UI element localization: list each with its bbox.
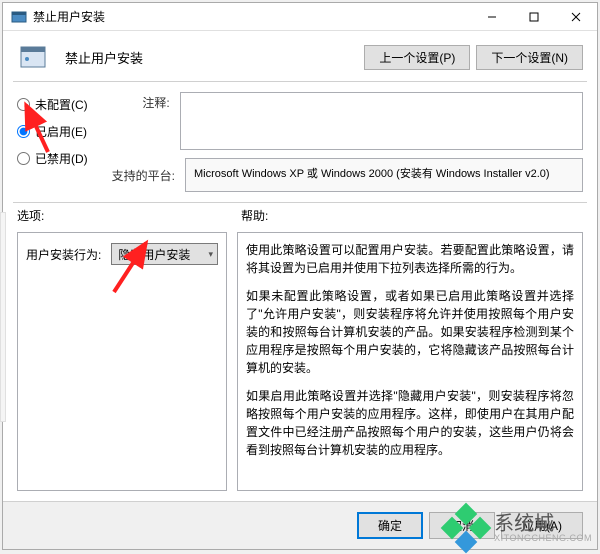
comment-textbox[interactable] (180, 92, 583, 150)
radio-disabled-input[interactable] (17, 152, 30, 165)
radio-disabled[interactable]: 已禁用(D) (17, 150, 88, 167)
window-title: 禁止用户安装 (33, 8, 105, 25)
config-area: 未配置(C) 已启用(E) 已禁用(D) 注释: 支持的平台: Microsof… (3, 82, 597, 202)
titlebar: 禁止用户安装 (3, 3, 597, 31)
next-setting-button[interactable]: 下一个设置(N) (476, 45, 583, 70)
radio-not-configured-label: 未配置(C) (35, 96, 88, 113)
radio-enabled[interactable]: 已启用(E) (17, 123, 88, 140)
prev-setting-button[interactable]: 上一个设置(P) (364, 45, 470, 70)
platform-textbox: Microsoft Windows XP 或 Windows 2000 (安装有… (185, 158, 583, 192)
options-box: 用户安装行为: 隐藏用户安装 ▾ (17, 232, 227, 491)
help-paragraph: 如果启用此策略设置并选择"隐藏用户安装"，则安装程序将忽略按照每个用户安装的应用… (246, 387, 574, 459)
watermark-text-cn: 系统城 (494, 514, 592, 534)
help-paragraph: 使用此策略设置可以配置用户安装。若要配置此策略设置，请将其设置为已启用并使用下拉… (246, 241, 574, 277)
maximize-button[interactable] (513, 3, 555, 31)
options-section-label: 选项: (17, 207, 231, 224)
ok-button[interactable]: 确定 (357, 512, 423, 539)
watermark-text-en: XITONGCHENG.COM (494, 534, 592, 543)
radio-not-configured[interactable]: 未配置(C) (17, 96, 88, 113)
radio-group: 未配置(C) 已启用(E) 已禁用(D) (17, 92, 88, 192)
radio-enabled-label: 已启用(E) (35, 123, 87, 140)
chevron-down-icon: ▾ (208, 249, 213, 260)
minimize-button[interactable] (471, 3, 513, 31)
option-user-install-label: 用户安装行为: (26, 246, 101, 263)
help-paragraph: 如果未配置此策略设置，或者如果已启用此策略设置并选择了"允许用户安装"，则安装程… (246, 287, 574, 377)
policy-icon (17, 41, 49, 73)
help-box: 使用此策略设置可以配置用户安装。若要配置此策略设置，请将其设置为已启用并使用下拉… (237, 232, 583, 491)
header-row: 禁止用户安装 上一个设置(P) 下一个设置(N) (3, 31, 597, 81)
header-title: 禁止用户安装 (65, 48, 348, 67)
main-content: 用户安装行为: 隐藏用户安装 ▾ 使用此策略设置可以配置用户安装。若要配置此策略… (3, 228, 597, 501)
platform-label: 支持的平台: (112, 167, 175, 184)
user-install-select[interactable]: 隐藏用户安装 ▾ (111, 243, 218, 265)
watermark: 系统城 XITONGCHENG.COM (444, 506, 592, 550)
window-icon (11, 9, 27, 25)
help-section-label: 帮助: (231, 207, 583, 224)
dialog-window: 禁止用户安装 禁止用户安装 上一个设置(P) 下一个设置(N) 未配置(C) 已… (2, 2, 598, 550)
close-button[interactable] (555, 3, 597, 31)
radio-not-configured-input[interactable] (17, 98, 30, 111)
comment-label: 注释: (112, 92, 170, 111)
radio-enabled-input[interactable] (17, 125, 30, 138)
user-install-select-value: 隐藏用户安装 (118, 246, 190, 263)
radio-disabled-label: 已禁用(D) (35, 150, 88, 167)
section-labels: 选项: 帮助: (3, 203, 597, 228)
